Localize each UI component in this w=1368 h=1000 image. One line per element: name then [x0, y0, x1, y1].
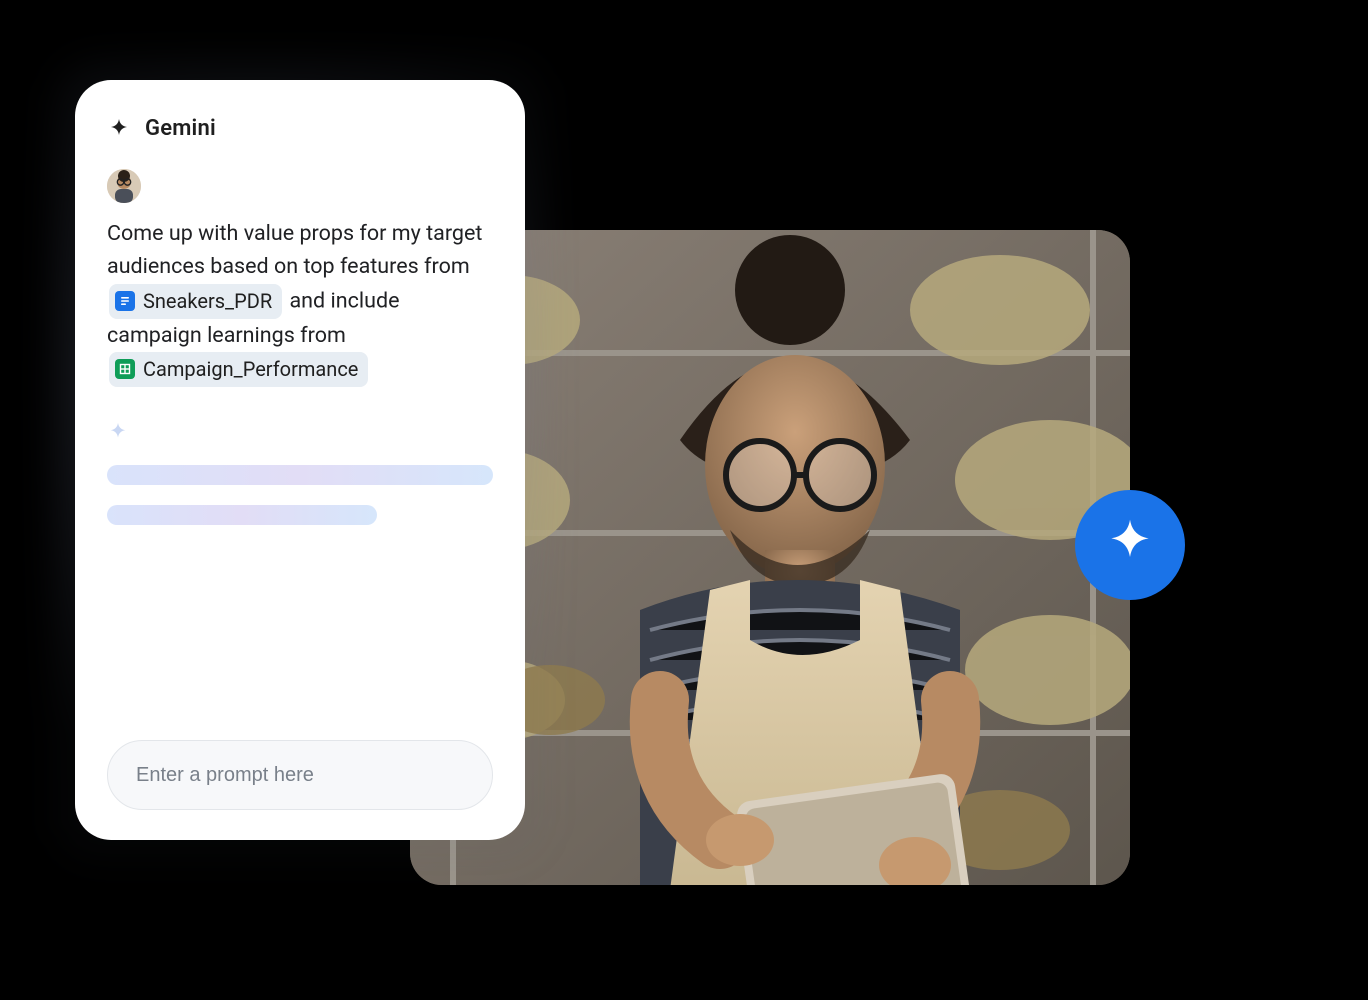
- docs-icon: [115, 291, 135, 311]
- file-chip-sheets[interactable]: Campaign_Performance: [109, 352, 368, 387]
- user-avatar: [107, 169, 141, 203]
- file-chip-label: Campaign_Performance: [143, 354, 358, 385]
- loading-bar: [107, 505, 377, 525]
- panel-header: Gemini: [107, 116, 493, 141]
- file-chip-label: Sneakers_PDR: [143, 286, 272, 317]
- sparkle-icon: [107, 421, 493, 443]
- sparkle-icon: [107, 117, 131, 141]
- panel-title: Gemini: [145, 116, 216, 141]
- sheets-icon: [115, 359, 135, 379]
- prompt-input-container: [107, 740, 493, 810]
- gemini-panel: Gemini Come up with value props for my t…: [75, 80, 525, 840]
- prompt-segment: Come up with value props for my target a…: [107, 221, 482, 279]
- sparkle-icon: [1102, 515, 1158, 575]
- gemini-badge: [1075, 490, 1185, 600]
- response-loading: [107, 421, 493, 545]
- user-prompt: Come up with value props for my target a…: [107, 217, 493, 387]
- loading-bar: [107, 465, 493, 485]
- prompt-input[interactable]: [107, 740, 493, 810]
- file-chip-docs[interactable]: Sneakers_PDR: [109, 284, 282, 319]
